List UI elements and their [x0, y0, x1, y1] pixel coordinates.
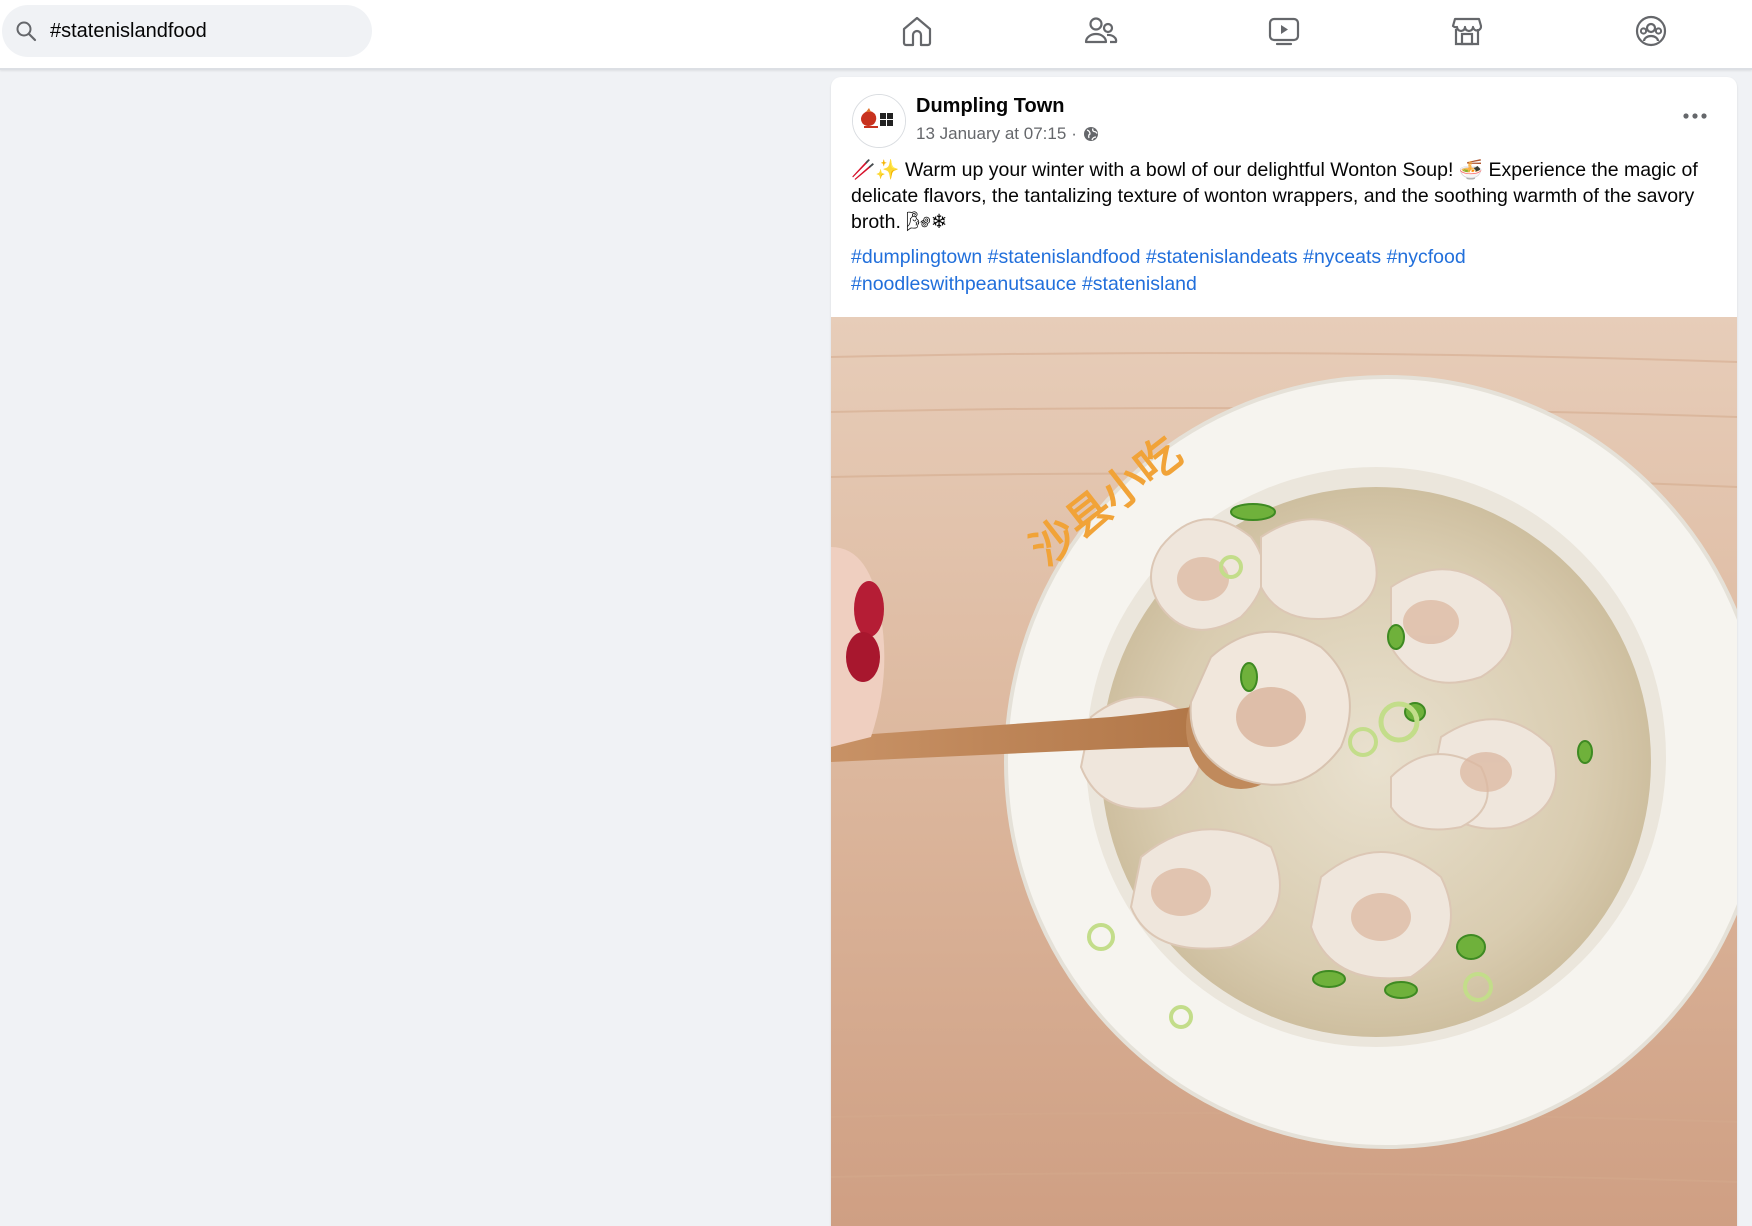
- marketplace-icon: [1450, 14, 1484, 48]
- friends-icon: [1083, 14, 1119, 48]
- nav-groups-button[interactable]: [1623, 10, 1679, 52]
- groups-icon: [1634, 14, 1668, 48]
- hashtag-link[interactable]: #nycfood: [1387, 246, 1466, 268]
- nav-video-button[interactable]: [1256, 10, 1312, 52]
- text-emoji-chopsticks-sparkles: 🥢✨: [851, 158, 900, 181]
- hashtag-link[interactable]: #statenislandeats: [1146, 246, 1298, 268]
- hashtag-link[interactable]: #nyceats: [1303, 246, 1381, 268]
- dumpling-town-logo: [853, 95, 905, 147]
- post-card: Dumpling Town 13 January at 07:15 · 🥢✨ W…: [831, 77, 1737, 1226]
- text-segment-1: Warm up your winter with a bowl of our d…: [899, 159, 1459, 181]
- more-options-button[interactable]: [1675, 101, 1715, 131]
- hashtag-link[interactable]: #statenislandfood: [988, 246, 1141, 268]
- nav-home-button[interactable]: [889, 10, 945, 52]
- text-emoji-wind-snow: 🌬❄: [906, 210, 948, 233]
- post-body-text: 🥢✨ Warm up your winter with a bowl of ou…: [851, 157, 1719, 235]
- post-timestamp[interactable]: 13 January at 07:15: [916, 124, 1066, 144]
- more-icon: [1683, 113, 1707, 119]
- home-icon: [900, 14, 934, 48]
- post-meta: 13 January at 07:15 ·: [916, 124, 1099, 144]
- post-header: Dumpling Town 13 January at 07:15 ·: [831, 77, 1737, 157]
- hashtag-link[interactable]: #dumplingtown: [851, 246, 982, 268]
- globe-icon: [1083, 126, 1099, 142]
- post-hashtags: #dumplingtown #statenislandfood #stateni…: [851, 244, 1719, 298]
- hashtag-link[interactable]: #noodleswithpeanutsauce: [851, 273, 1077, 295]
- top-navigation-bar: [0, 0, 1752, 70]
- page-avatar[interactable]: [852, 94, 906, 148]
- post-author-name[interactable]: Dumpling Town: [916, 95, 1065, 118]
- post-photo-wonton-soup[interactable]: 沙县小吃: [831, 317, 1737, 1226]
- main-nav: [0, 0, 1752, 68]
- hashtag-link[interactable]: #statenisland: [1082, 273, 1197, 295]
- nav-friends-button[interactable]: [1073, 10, 1129, 52]
- text-emoji-bowl: 🍜: [1458, 158, 1484, 181]
- nav-marketplace-button[interactable]: [1439, 10, 1495, 52]
- video-icon: [1267, 14, 1301, 48]
- meta-separator: ·: [1071, 124, 1077, 143]
